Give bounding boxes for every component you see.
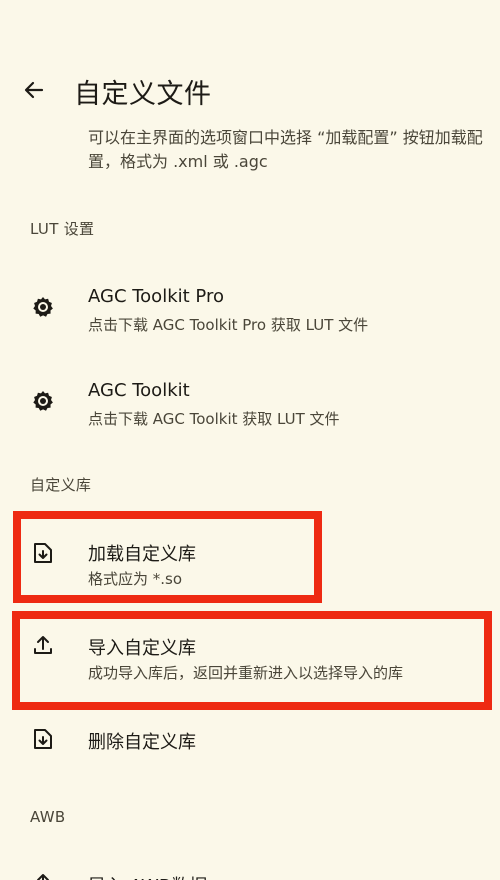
arrow-left-icon — [24, 81, 44, 99]
item-subtitle: 点击下载 AGC Toolkit Pro 获取 LUT 文件 — [88, 316, 369, 334]
item-title: 删除自定义库 — [88, 732, 196, 753]
item-title: AGC Toolkit Pro — [88, 286, 224, 307]
upload-icon — [30, 632, 56, 658]
page-title: 自定义文件 — [74, 79, 212, 110]
file-download-icon — [30, 726, 56, 752]
list-item-delete-library[interactable]: 删除自定义库 — [0, 712, 500, 768]
item-title: 导入自定义库 — [88, 638, 196, 659]
back-button[interactable] — [14, 70, 54, 110]
gear-icon — [30, 294, 56, 320]
file-download-icon — [30, 540, 56, 566]
item-subtitle: 成功导入库后，返回并重新进入以选择导入的库 — [88, 664, 404, 682]
list-item-load-library[interactable]: 加载自定义库 格式应为 *.so — [0, 522, 500, 596]
list-item-import-awb[interactable]: 导入 AWB数据 — [0, 862, 500, 880]
list-item-agc-toolkit[interactable]: AGC Toolkit 点击下载 AGC Toolkit 获取 LUT 文件 — [0, 364, 500, 440]
section-header-lut: LUT 设置 — [30, 220, 95, 238]
gear-icon — [30, 388, 56, 414]
section-header-awb: AWB — [30, 808, 66, 826]
list-item-import-library[interactable]: 导入自定义库 成功导入库后，返回并重新进入以选择导入的库 — [0, 616, 500, 694]
item-title: 加载自定义库 — [88, 544, 196, 565]
item-subtitle: 点击下载 AGC Toolkit 获取 LUT 文件 — [88, 410, 340, 428]
top-app-bar: 自定义文件 — [0, 58, 500, 120]
section-header-library: 自定义库 — [30, 476, 92, 494]
item-subtitle: 格式应为 *.so — [88, 570, 183, 588]
upload-icon — [30, 870, 56, 880]
page-description: 可以在主界面的选项窗口中选择 “加载配置” 按钮加载配置，格式为 .xml 或 … — [88, 128, 483, 171]
list-item-agc-toolkit-pro[interactable]: AGC Toolkit Pro 点击下载 AGC Toolkit Pro 获取 … — [0, 270, 500, 346]
item-title: AGC Toolkit — [88, 380, 190, 401]
item-title: 导入 AWB数据 — [88, 872, 207, 880]
